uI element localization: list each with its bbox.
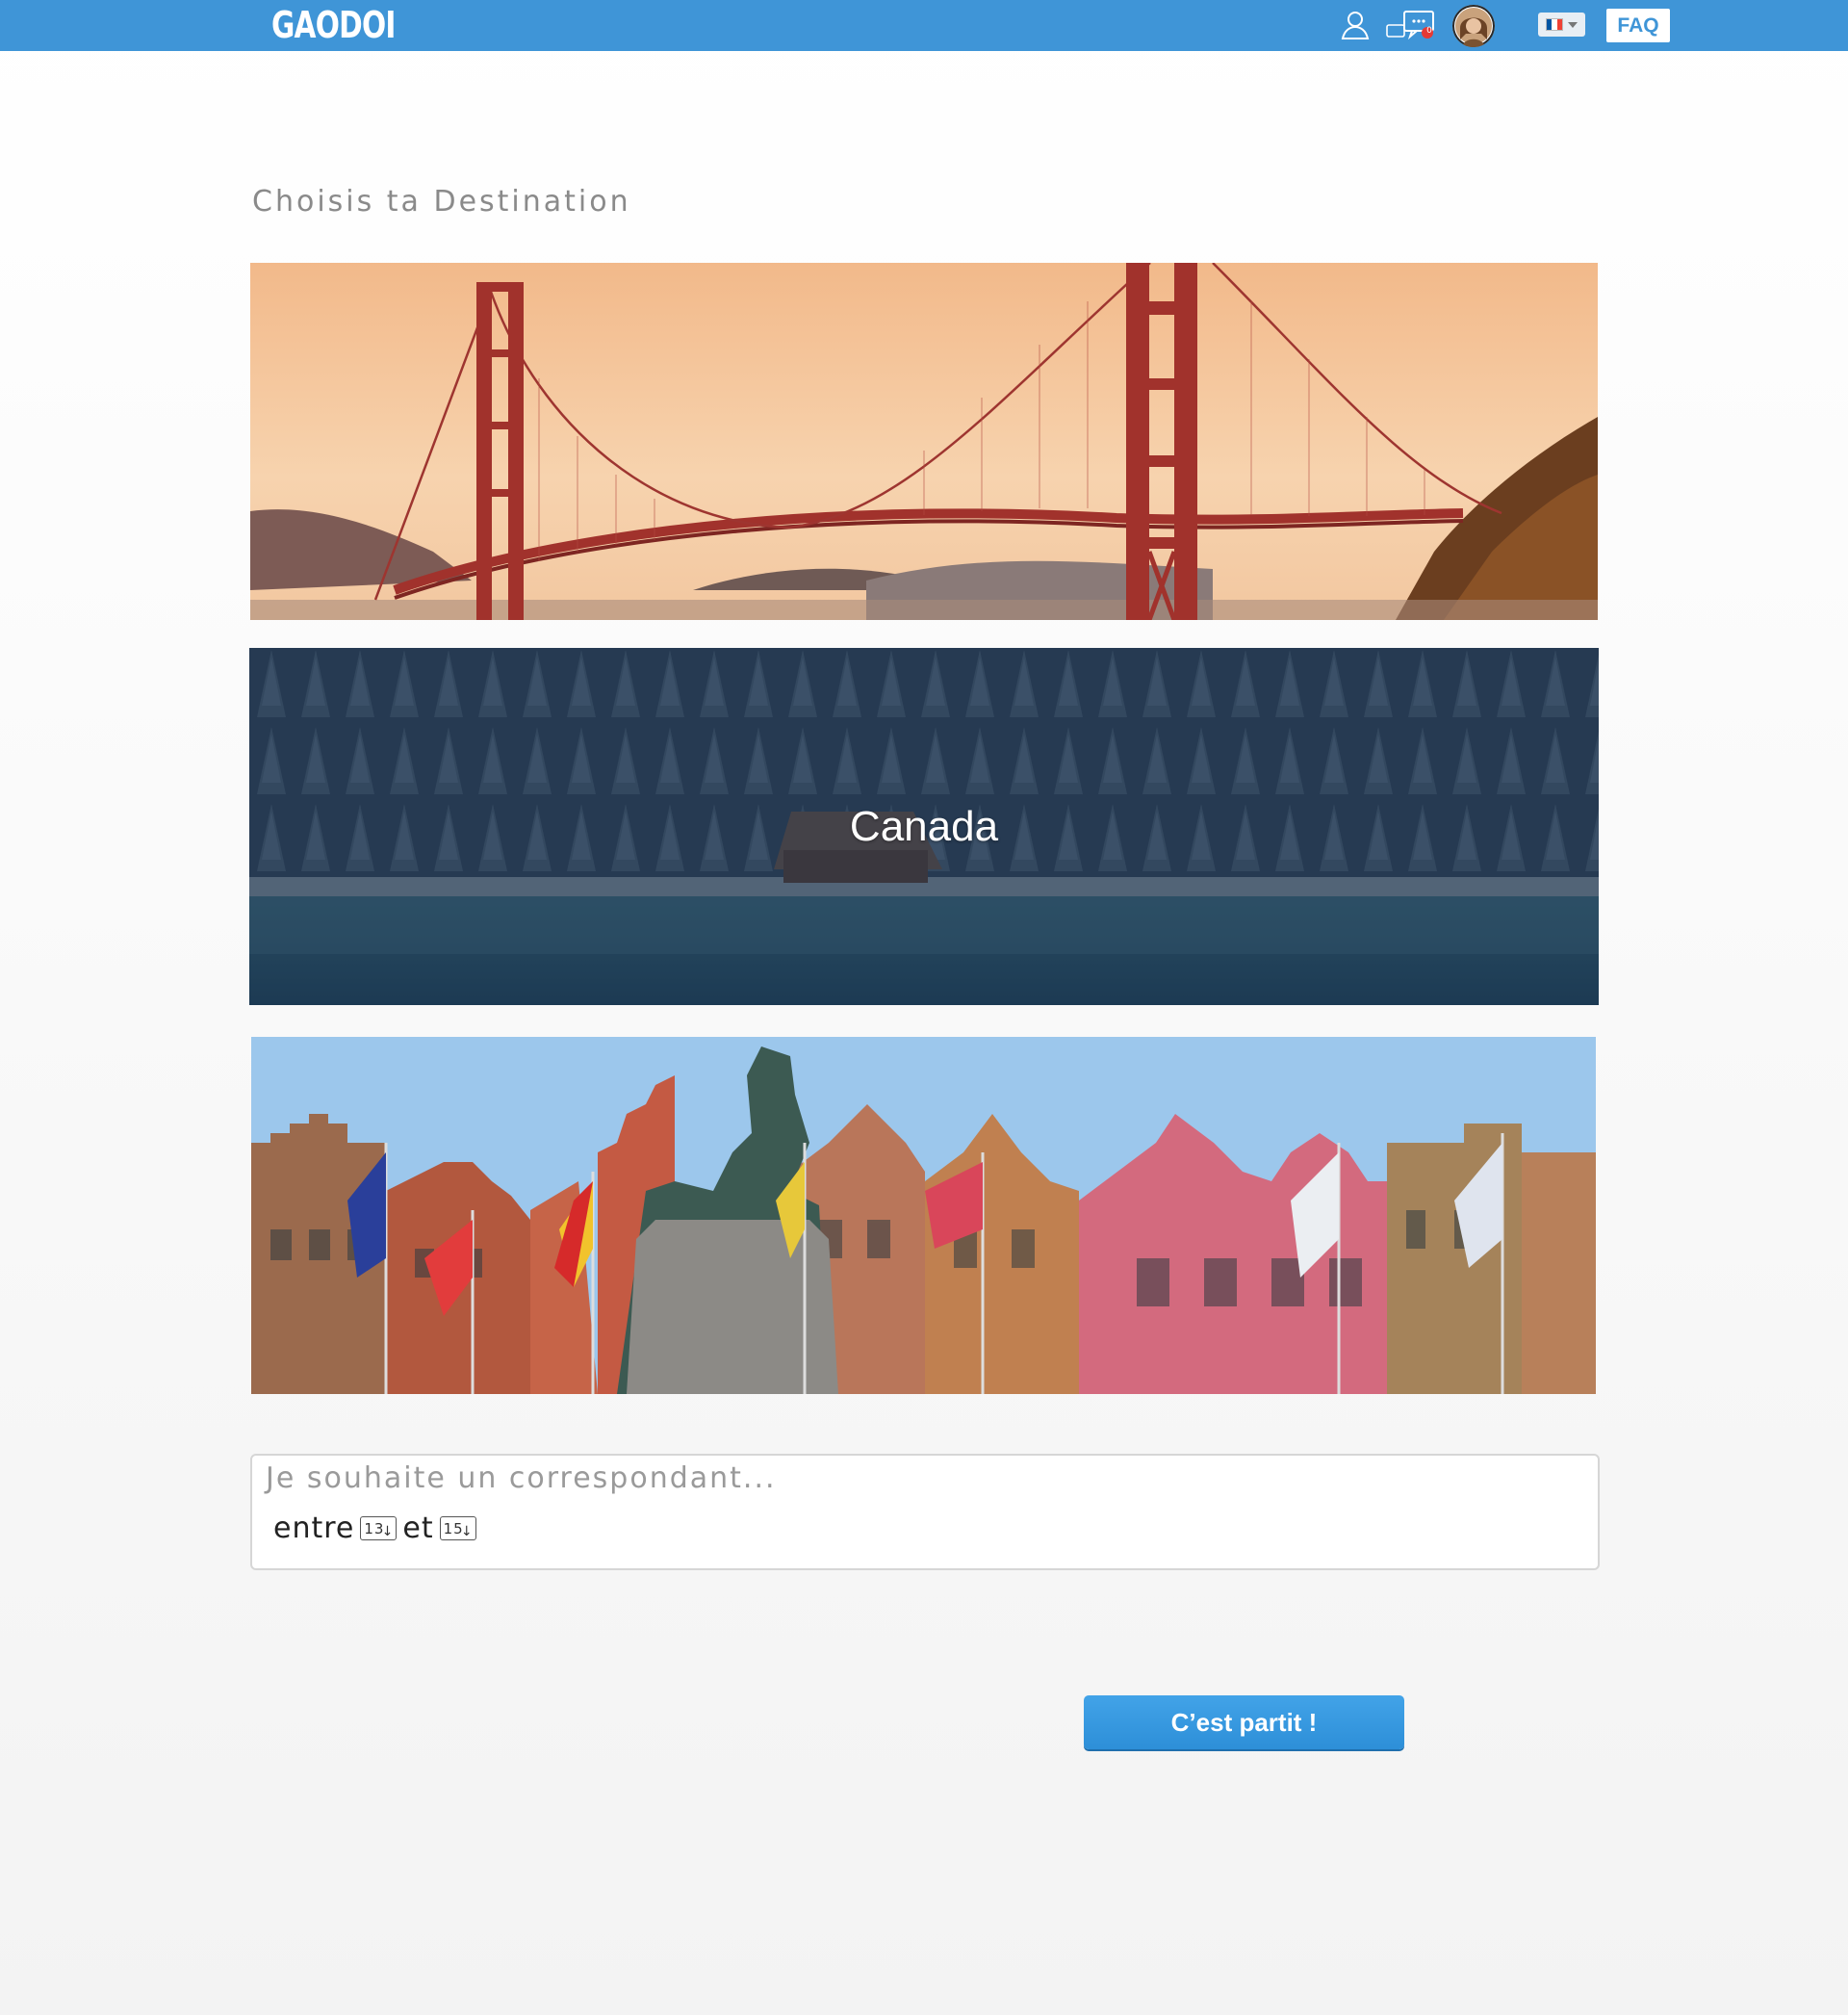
chevron-down-icon: ↓ [460,1524,474,1539]
profile-icon[interactable] [1336,6,1374,44]
preferences-title: Je souhaite un correspondant... [266,1461,777,1495]
preferences-box: Je souhaite un correspondant... entre 13… [250,1454,1600,1570]
page-title: Choisis ta Destination [252,185,631,219]
flag-fr-icon [1546,18,1563,31]
top-navbar: GAODOI 0 FAQ [0,0,1848,51]
age-max-select[interactable]: 15 ↓ [439,1516,476,1540]
destination-label: Canada [849,802,999,850]
logo[interactable]: GAODOI [271,2,396,48]
and-label: et [402,1511,434,1545]
messages-badge: 0 [1426,26,1432,36]
messages-icon[interactable]: 0 [1384,6,1438,44]
chevron-down-icon: ↓ [381,1524,395,1539]
destination-card-usa[interactable] [250,263,1598,620]
age-min-select[interactable]: 13 ↓ [360,1516,398,1540]
language-selector[interactable] [1538,13,1585,37]
destination-card-belgium[interactable] [251,1037,1596,1394]
faq-button[interactable]: FAQ [1606,9,1670,42]
destination-card-canada[interactable]: Canada [249,648,1599,1005]
avatar[interactable] [1452,5,1495,47]
chevron-down-icon [1568,21,1578,28]
age-range-row: entre 13 ↓ et 15 ↓ [273,1511,476,1545]
submit-button[interactable]: C’est partit ! [1084,1695,1404,1749]
between-label: entre [273,1511,355,1545]
